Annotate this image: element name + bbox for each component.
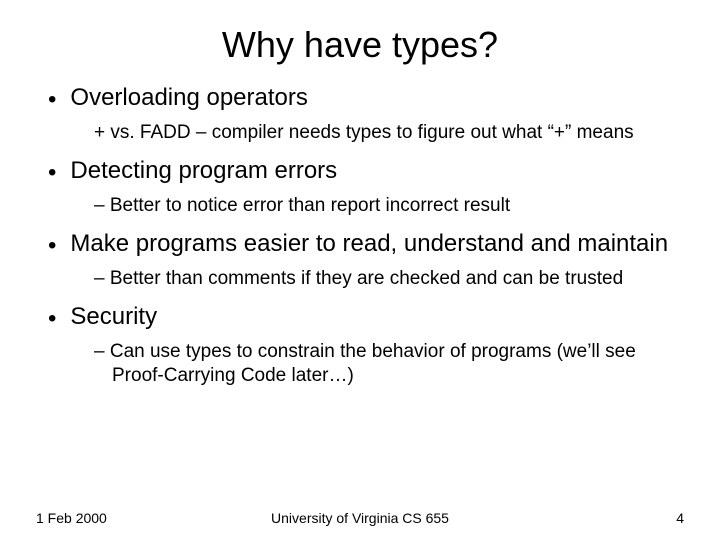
bullet-item: • Make programs easier to read, understa… — [48, 230, 684, 261]
bullet-text: Make programs easier to read, understand… — [70, 230, 668, 261]
sub-bullet-text: Better to notice error than report incor… — [110, 195, 510, 216]
bullet-marker: • — [48, 157, 56, 188]
sub-bullet: – Can use types to constrain the behavio… — [94, 340, 664, 388]
bullet-marker: • — [48, 84, 56, 115]
footer-date: 1 Feb 2000 — [36, 510, 107, 526]
footer-center: University of Virginia CS 655 — [36, 510, 684, 526]
sub-bullet: – Better than comments if they are check… — [94, 267, 664, 291]
slide-title: Why have types? — [36, 24, 684, 66]
sub-bullet-text: Better than comments if they are checked… — [110, 268, 623, 289]
bullet-text: Detecting program errors — [70, 157, 337, 188]
bullet-item: • Overloading operators — [48, 84, 684, 115]
footer-page-number: 4 — [676, 510, 684, 526]
bullet-item: • Detecting program errors — [48, 157, 684, 188]
slide-footer: 1 Feb 2000 University of Virginia CS 655… — [36, 510, 684, 526]
sub-bullet: – Better to notice error than report inc… — [94, 194, 664, 218]
bullet-item: • Security — [48, 303, 684, 334]
sub-bullet: + vs. FADD – compiler needs types to fig… — [94, 121, 664, 145]
bullet-text: Security — [70, 303, 157, 334]
bullet-marker: • — [48, 230, 56, 261]
bullet-text: Overloading operators — [70, 84, 307, 115]
sub-bullet-text: Can use types to constrain the behavior … — [110, 341, 636, 386]
bullet-marker: • — [48, 303, 56, 334]
